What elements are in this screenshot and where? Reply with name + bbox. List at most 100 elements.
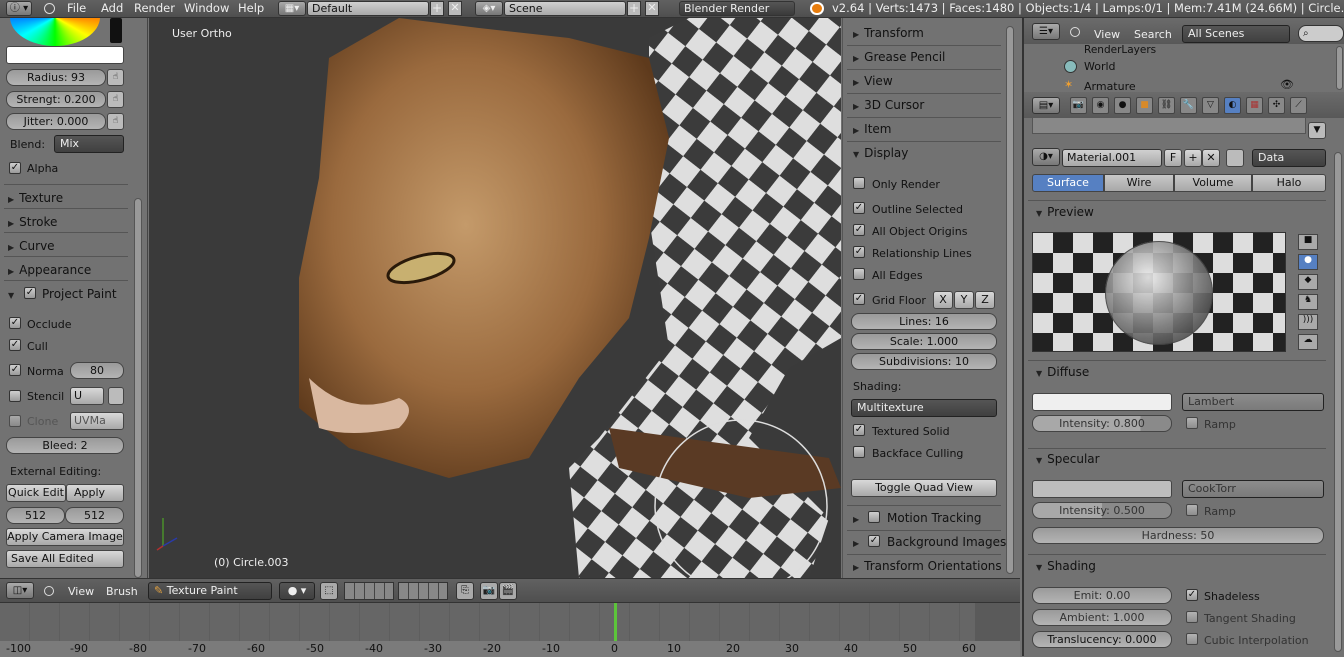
grid-x-toggle[interactable]: X <box>933 291 953 309</box>
occlude-checkbox[interactable]: ✓ <box>9 317 21 329</box>
tab-volume[interactable]: Volume <box>1174 174 1252 192</box>
render-image-icon[interactable]: 📷 <box>480 582 498 600</box>
panel-3d-cursor[interactable]: ▶ 3D Cursor <box>853 98 924 112</box>
specular-color-swatch[interactable] <box>1032 480 1172 498</box>
outliner-display-dropdown[interactable]: All Scenes <box>1182 25 1290 43</box>
menu-file[interactable]: File <box>67 1 86 15</box>
preview-plane-icon[interactable]: ■ <box>1298 234 1318 250</box>
properties-scrollbar[interactable] <box>1334 152 1342 652</box>
panel-view[interactable]: ▶ View <box>853 74 893 88</box>
quick-edit-button[interactable]: Quick Edit <box>6 484 66 502</box>
jitter-field[interactable]: Jitter: 0.000 <box>6 113 106 130</box>
blend-dropdown[interactable]: Mix <box>54 135 124 153</box>
shelf-scrollbar[interactable] <box>134 198 142 578</box>
specular-ramp-checkbox[interactable] <box>1186 504 1198 516</box>
material-slot-list[interactable] <box>1032 118 1306 134</box>
brightness-slider[interactable] <box>110 18 122 43</box>
specular-intensity-field[interactable]: Intensity: 0.500 <box>1032 502 1172 519</box>
menu-add[interactable]: Add <box>101 1 123 15</box>
relationship-lines-checkbox[interactable]: ✓ <box>853 246 865 258</box>
bleed-field[interactable]: Bleed: 2 <box>6 437 124 454</box>
radius-field[interactable]: Radius: 93 <box>6 69 106 86</box>
layer-buttons-a[interactable] <box>344 582 394 600</box>
constraints-tab-icon[interactable]: ⛓ <box>1158 97 1175 114</box>
preview-monkey-icon[interactable]: ♞ <box>1298 294 1318 310</box>
tab-surface[interactable]: Surface <box>1032 174 1104 192</box>
outliner-view-menu[interactable]: View <box>1094 28 1120 41</box>
all-edges-checkbox[interactable] <box>853 268 865 280</box>
outliner-scrollbar[interactable] <box>1336 46 1343 90</box>
texture-face-icon[interactable]: ⬚ <box>320 582 338 600</box>
apply-camera-image-button[interactable]: Apply Camera Image <box>6 528 124 546</box>
preview-sphere-icon[interactable]: ● <box>1298 254 1318 270</box>
render-tab-icon[interactable]: 📷 <box>1070 97 1087 114</box>
outliner-collapse-icon[interactable] <box>1070 27 1080 37</box>
jitter-pressure-icon[interactable]: ☝ <box>107 113 124 130</box>
normal-checkbox[interactable]: ✓ <box>9 364 21 376</box>
brush-menu[interactable]: Brush <box>106 585 138 598</box>
viewport-shading-dropdown[interactable]: ● ▾ <box>279 582 315 600</box>
alpha-checkbox[interactable]: ✓ <box>9 162 21 174</box>
collapse-menu-icon[interactable] <box>44 3 55 14</box>
panel-preview[interactable]: ▼ Preview <box>1036 205 1094 219</box>
material-name-field[interactable]: Material.001 <box>1062 149 1162 167</box>
toggle-quad-view-button[interactable]: Toggle Quad View <box>851 479 997 497</box>
header-collapse-icon[interactable] <box>44 586 54 596</box>
grid-y-toggle[interactable]: Y <box>954 291 974 309</box>
panel-transform-orientations[interactable]: ▶ Transform Orientations <box>853 559 1002 573</box>
save-all-edited-button[interactable]: Save All Edited <box>6 550 124 568</box>
fake-user-button[interactable]: F <box>1164 149 1182 167</box>
layer-buttons-b[interactable] <box>398 582 448 600</box>
cubic-interpolation-checkbox[interactable] <box>1186 633 1198 645</box>
motion-tracking-checkbox[interactable] <box>868 511 880 523</box>
object-origins-checkbox[interactable]: ✓ <box>853 224 865 236</box>
render-engine-selector[interactable]: Blender Render <box>679 1 795 16</box>
color-swatch[interactable] <box>6 46 124 64</box>
data-tab-icon[interactable]: ▽ <box>1202 97 1219 114</box>
grid-lines-field[interactable]: Lines: 16 <box>851 313 997 330</box>
strength-pressure-icon[interactable]: ☝ <box>107 91 124 108</box>
tab-wire[interactable]: Wire <box>1104 174 1174 192</box>
outliner-item-renderlayers[interactable]: RenderLayers <box>1084 44 1156 56</box>
cull-checkbox[interactable]: ✓ <box>9 339 21 351</box>
outline-selected-checkbox[interactable]: ✓ <box>853 202 865 214</box>
slot-menu-icon[interactable]: ▼ <box>1308 122 1326 139</box>
npanel-scrollbar[interactable] <box>1006 26 1014 574</box>
normal-angle-field[interactable]: 80 <box>70 362 124 379</box>
outliner-search-input[interactable]: ⌕ <box>1298 25 1344 42</box>
emit-field[interactable]: Emit: 0.00 <box>1032 587 1172 604</box>
menu-window[interactable]: Window <box>184 1 229 15</box>
timeline[interactable] <box>0 602 1020 657</box>
stencil-invert-icon[interactable] <box>108 387 124 405</box>
lock-camera-icon[interactable]: ⎘ <box>456 582 474 600</box>
particles-tab-icon[interactable]: ✣ <box>1268 97 1285 114</box>
preview-sky-icon[interactable]: ☁ <box>1298 334 1318 350</box>
menu-help[interactable]: Help <box>238 1 264 15</box>
visibility-eye-icon[interactable]: 👁 <box>1280 78 1294 91</box>
layout-selector[interactable]: Default <box>307 1 429 16</box>
editor-type-icon[interactable]: ◫▾ <box>6 582 34 599</box>
world-tab-icon[interactable]: ● <box>1114 97 1131 114</box>
clone-checkbox[interactable] <box>9 415 21 427</box>
tangent-shading-checkbox[interactable] <box>1186 611 1198 623</box>
outliner-search-menu[interactable]: Search <box>1134 28 1172 41</box>
panel-display[interactable]: ▼ Display <box>853 146 908 160</box>
apply-button[interactable]: Apply <box>66 484 124 502</box>
material-link-icon[interactable] <box>1226 149 1244 167</box>
mode-dropdown[interactable]: ✎ Texture Paint <box>148 582 272 600</box>
preview-hair-icon[interactable]: ))) <box>1298 314 1318 330</box>
height-field[interactable]: 512 <box>65 507 124 524</box>
modifiers-tab-icon[interactable]: 🔧 <box>1180 97 1197 114</box>
panel-project-paint[interactable]: ▼ <box>8 287 19 301</box>
shading-dropdown[interactable]: Multitexture <box>851 399 997 417</box>
add-scene-icon[interactable]: + <box>627 1 641 16</box>
panel-diffuse[interactable]: ▼ Diffuse <box>1036 365 1089 379</box>
add-layout-icon[interactable]: + <box>430 1 444 16</box>
physics-tab-icon[interactable]: ⟋ <box>1290 97 1307 114</box>
diffuse-intensity-field[interactable]: Intensity: 0.800 <box>1032 415 1172 432</box>
diffuse-shader-dropdown[interactable]: Lambert <box>1182 393 1324 411</box>
scene-tab-icon[interactable]: ◉ <box>1092 97 1109 114</box>
shadeless-checkbox[interactable]: ✓ <box>1186 589 1198 601</box>
viewport-3d[interactable]: User Ortho (0) Circle.003 <box>149 18 841 578</box>
panel-motion-tracking[interactable]: ▶ <box>853 511 864 525</box>
